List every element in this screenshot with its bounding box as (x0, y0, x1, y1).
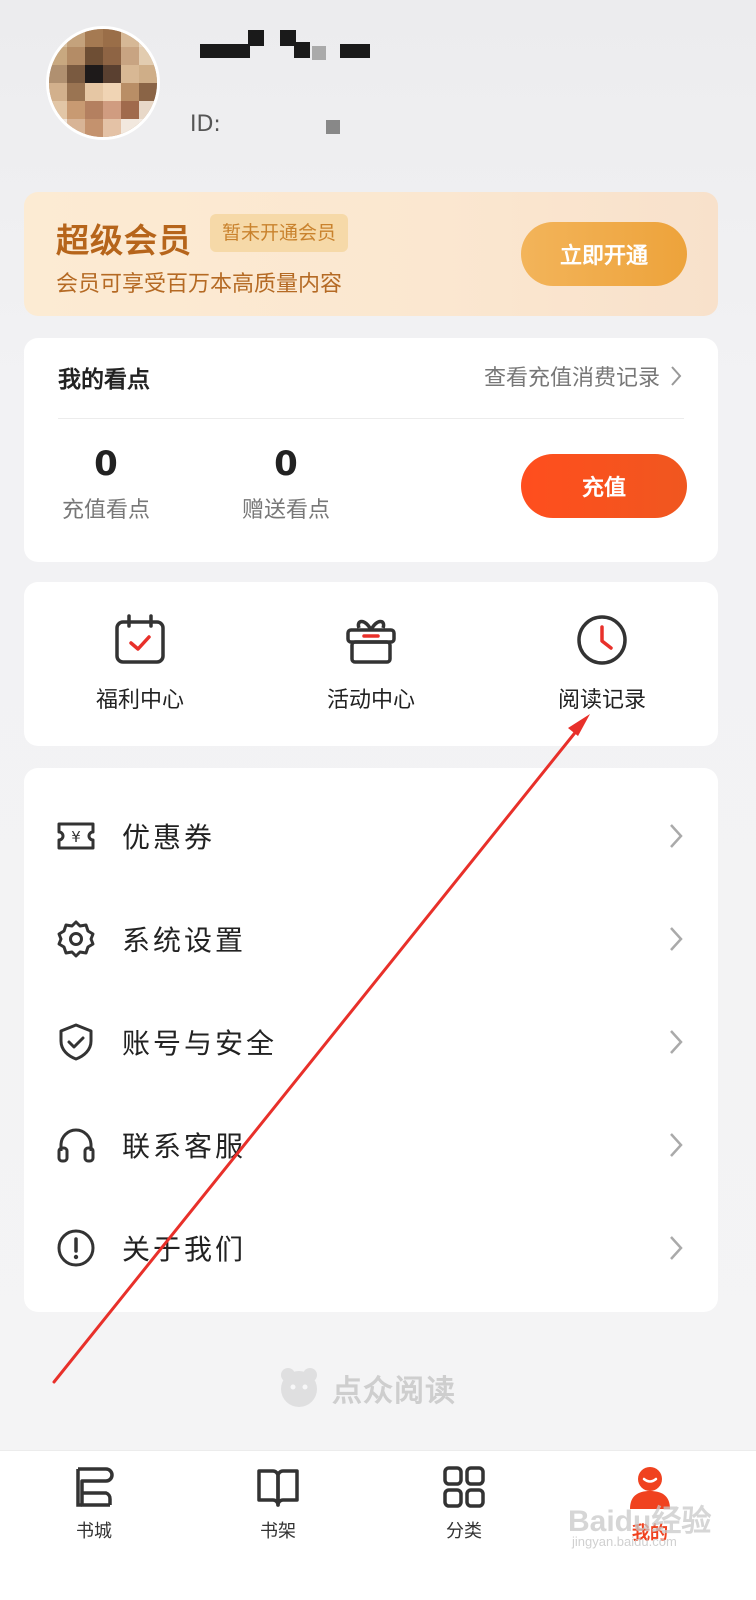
grid-icon (443, 1466, 485, 1508)
recharge-history-link[interactable]: 查看充值消费记录 (484, 360, 682, 392)
chevron-right-icon (670, 824, 683, 848)
gear-icon (57, 920, 95, 958)
chevron-right-icon (670, 1236, 683, 1260)
headphones-icon (57, 1128, 95, 1163)
user-id-label: ID: (190, 112, 221, 137)
bookstore-icon (76, 1467, 114, 1507)
vip-banner[interactable]: 超级会员 暂未开通会员 会员可享受百万本高质量内容 立即开通 (24, 192, 718, 316)
menu-item-label: 关于我们 (122, 1233, 247, 1266)
shortcut-label: 阅读记录 (557, 688, 646, 713)
chevron-right-icon (670, 927, 683, 951)
menu-item-label: 联系客服 (122, 1130, 247, 1163)
points-card: 我的看点 查看充值消费记录 0 充值看点 0 赠送看点 充值 (24, 338, 718, 562)
shortcut-label: 活动中心 (326, 688, 415, 713)
recharge-points-value: 0 (94, 444, 118, 484)
vip-title: 超级会员 (56, 221, 192, 260)
book-icon (257, 1469, 299, 1507)
chevron-right-icon (671, 366, 682, 386)
menu-item-system-settings[interactable]: 系统设置 (24, 887, 718, 991)
username-masked (200, 30, 380, 66)
svg-text:¥: ¥ (71, 828, 81, 846)
tab-label: 书架 (260, 1521, 296, 1542)
tab-categories[interactable]: 分类 (404, 1465, 524, 1543)
menu-item-label: 系统设置 (122, 924, 247, 957)
tab-bookstore[interactable]: 书城 (34, 1465, 154, 1543)
divider (58, 418, 684, 419)
gift-points-label: 赠送看点 (241, 498, 330, 523)
coupon-icon: ¥ (57, 822, 95, 850)
vip-status-badge: 暂未开通会员 (210, 214, 349, 252)
calendar-check-icon (115, 614, 165, 664)
shortcut-label: 福利中心 (95, 688, 184, 713)
vip-activate-button[interactable]: 立即开通 (521, 222, 687, 286)
shortcut-reading-history[interactable]: 阅读记录 (522, 612, 682, 714)
menu-item-account-security[interactable]: 账号与安全 (24, 990, 718, 1094)
vip-description: 会员可享受百万本高质量内容 (56, 272, 343, 297)
menu-item-label: 账号与安全 (122, 1027, 278, 1060)
recharge-button[interactable]: 充值 (521, 454, 687, 518)
tab-label: 书城 (76, 1521, 112, 1542)
chevron-right-icon (670, 1030, 683, 1054)
brand-footer: 点众阅读 (276, 1364, 456, 1412)
chevron-right-icon (670, 1133, 683, 1157)
recharge-points: 0 充值看点 (58, 442, 154, 524)
info-icon (57, 1229, 95, 1267)
shortcut-welfare-center[interactable]: 福利中心 (60, 612, 220, 714)
settings-menu: ¥ 优惠券 系统设置 账号与安全 联系客服 关于我们 (24, 768, 718, 1312)
recharge-points-label: 充值看点 (61, 498, 150, 523)
brand-logo-icon (281, 1368, 317, 1407)
menu-item-customer-service[interactable]: 联系客服 (24, 1093, 718, 1197)
tab-bookshelf[interactable]: 书架 (218, 1465, 338, 1543)
points-title: 我的看点 (58, 367, 150, 393)
baidu-watermark-url: jingyan.baidu.com (572, 1534, 677, 1549)
gift-icon (346, 619, 396, 664)
brand-name: 点众阅读 (332, 1374, 456, 1409)
gift-points: 0 赠送看点 (238, 442, 334, 524)
shield-icon (59, 1023, 93, 1061)
recharge-history-label: 查看充值消费记录 (483, 366, 660, 391)
menu-item-about-us[interactable]: 关于我们 (24, 1196, 718, 1300)
menu-item-coupons[interactable]: ¥ 优惠券 (24, 784, 718, 888)
tab-label: 分类 (446, 1521, 482, 1542)
gift-points-value: 0 (274, 444, 298, 484)
clock-icon (577, 615, 627, 665)
shortcut-activity-center[interactable]: 活动中心 (291, 612, 451, 714)
menu-item-label: 优惠券 (122, 821, 216, 854)
user-id-masked (326, 120, 340, 134)
avatar[interactable] (46, 26, 160, 140)
shortcut-panel: 福利中心 活动中心 阅读记录 (24, 582, 718, 746)
